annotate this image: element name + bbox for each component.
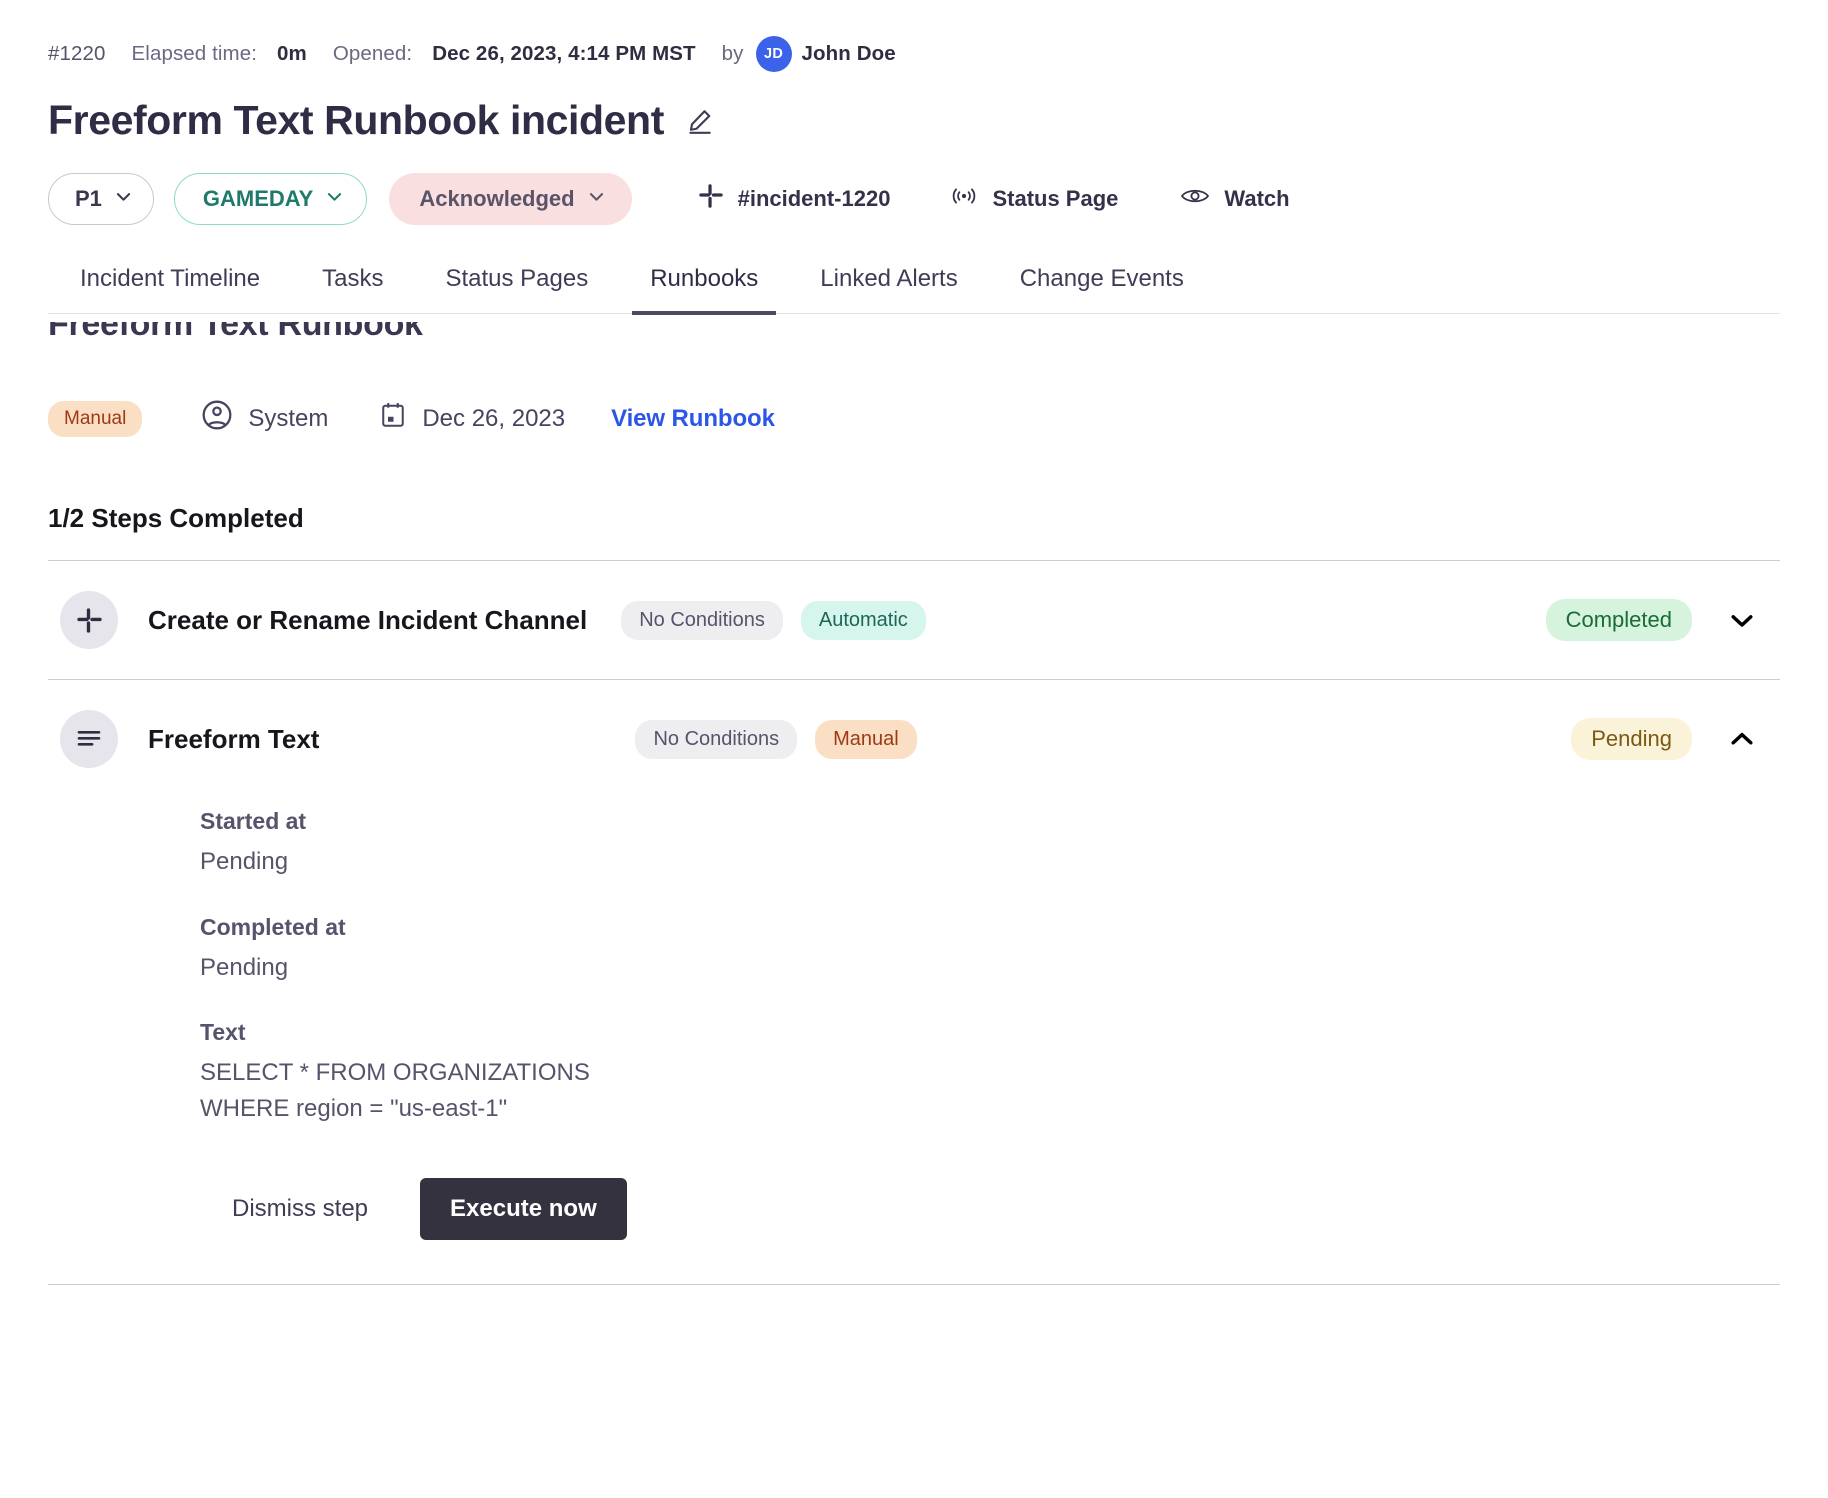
elapsed-time-label: Elapsed time: bbox=[131, 42, 258, 65]
chevron-down-icon[interactable] bbox=[1714, 605, 1770, 635]
runbook-created-date: Dec 26, 2023 bbox=[378, 400, 565, 437]
completed-at-field: Completed at Pending bbox=[200, 914, 1780, 986]
runbook-title-clip: Freeform Text Runbook bbox=[0, 322, 1828, 368]
step-tags: No Conditions Automatic bbox=[621, 600, 926, 640]
severity-label: GAMEDAY bbox=[202, 186, 314, 212]
severity-selector[interactable]: GAMEDAY bbox=[173, 173, 368, 226]
text-field: Text SELECT * FROM ORGANIZATIONS WHERE r… bbox=[200, 1019, 1780, 1126]
step-conditions-tag: No Conditions bbox=[621, 600, 783, 640]
runbook-created-date-label: Dec 26, 2023 bbox=[422, 404, 566, 432]
priority-label: P1 bbox=[75, 186, 102, 212]
runbook-title: Freeform Text Runbook bbox=[48, 322, 423, 344]
incident-badge-row: P1 GAMEDAY Acknowledged #incident-1220 S… bbox=[0, 143, 1828, 226]
slack-channel-label: #incident-1220 bbox=[737, 186, 891, 212]
runbook-type-badge: Manual bbox=[48, 400, 143, 437]
step-status-badge: Pending bbox=[1571, 718, 1692, 761]
title-row: Freeform Text Runbook incident bbox=[0, 72, 1828, 143]
completed-at-label: Completed at bbox=[200, 913, 346, 940]
watch-button[interactable]: Watch bbox=[1180, 183, 1290, 215]
eye-icon bbox=[1180, 183, 1210, 215]
tab-change-events[interactable]: Change Events bbox=[1002, 265, 1202, 315]
status-selector[interactable]: Acknowledged bbox=[389, 173, 632, 226]
tab-linked-alerts[interactable]: Linked Alerts bbox=[802, 265, 975, 315]
dismiss-step-button[interactable]: Dismiss step bbox=[224, 1181, 376, 1237]
chevron-down-icon bbox=[587, 186, 606, 212]
opened-label: Opened: bbox=[332, 42, 413, 65]
runbook-steps-list: Create or Rename Incident Channel No Con… bbox=[48, 560, 1780, 1286]
chevron-up-icon[interactable] bbox=[1714, 724, 1770, 754]
incident-meta-bar: #1220 Elapsed time: 0m Opened: Dec 26, 2… bbox=[0, 0, 1828, 72]
text-label: Text bbox=[200, 1019, 246, 1046]
step-execution-tag: Manual bbox=[815, 719, 917, 759]
chevron-down-icon bbox=[114, 186, 133, 212]
text-lines-icon bbox=[60, 710, 118, 769]
pencil-icon[interactable] bbox=[686, 106, 716, 136]
priority-selector[interactable]: P1 bbox=[48, 173, 154, 226]
status-label: Acknowledged bbox=[419, 186, 575, 212]
opened-value: Dec 26, 2023, 4:14 PM MST bbox=[432, 42, 696, 65]
calendar-icon bbox=[378, 400, 408, 437]
incident-tabs: Incident Timeline Tasks Status Pages Run… bbox=[48, 265, 1780, 316]
started-at-label: Started at bbox=[200, 808, 307, 835]
status-page-link[interactable]: Status Page bbox=[950, 183, 1118, 215]
step-header[interactable]: Freeform Text No Conditions Manual Pendi… bbox=[48, 680, 1780, 798]
page-title: Freeform Text Runbook incident bbox=[48, 97, 664, 143]
runbook-step: Freeform Text No Conditions Manual Pendi… bbox=[48, 680, 1780, 1286]
step-header[interactable]: Create or Rename Incident Channel No Con… bbox=[48, 561, 1780, 679]
runbook-created-by-label: System bbox=[248, 404, 329, 432]
step-tags: No Conditions Manual bbox=[635, 719, 917, 759]
runbook-step: Create or Rename Incident Channel No Con… bbox=[48, 561, 1780, 681]
tab-status-pages[interactable]: Status Pages bbox=[427, 265, 606, 315]
step-actions: Dismiss step Execute now bbox=[200, 1178, 1780, 1241]
slack-icon bbox=[60, 591, 118, 650]
step-execution-tag: Automatic bbox=[800, 600, 926, 640]
watch-label: Watch bbox=[1224, 186, 1290, 212]
chevron-down-icon bbox=[325, 186, 344, 212]
slack-channel-link[interactable]: #incident-1220 bbox=[698, 183, 891, 215]
view-runbook-link[interactable]: View Runbook bbox=[611, 405, 775, 433]
started-at-value: Pending bbox=[200, 848, 289, 876]
tab-incident-timeline[interactable]: Incident Timeline bbox=[62, 265, 278, 315]
slack-icon bbox=[698, 183, 724, 215]
status-page-label: Status Page bbox=[992, 186, 1119, 212]
execute-now-button[interactable]: Execute now bbox=[420, 1178, 627, 1241]
steps-progress-label: 1/2 Steps Completed bbox=[48, 503, 304, 534]
incident-id: #1220 bbox=[48, 42, 106, 65]
step-status-badge: Completed bbox=[1545, 599, 1692, 642]
step-name: Freeform Text bbox=[148, 723, 320, 754]
text-value: SELECT * FROM ORGANIZATIONS WHERE region… bbox=[200, 1059, 590, 1122]
tab-runbooks[interactable]: Runbooks bbox=[632, 265, 777, 316]
avatar[interactable]: JD bbox=[755, 36, 792, 72]
incident-owner-name: John Doe bbox=[801, 42, 896, 65]
broadcast-icon bbox=[950, 183, 978, 215]
runbook-created-by: System bbox=[200, 398, 328, 439]
user-circle-icon bbox=[200, 398, 234, 439]
step-details-panel: Started at Pending Completed at Pending … bbox=[48, 798, 1780, 1284]
runbook-meta-row: Manual System Dec 26, 2023 View Runbook bbox=[0, 368, 1828, 439]
tab-tasks[interactable]: Tasks bbox=[304, 265, 401, 315]
step-conditions-tag: No Conditions bbox=[635, 719, 798, 759]
incident-runbooks-page: #1220 Elapsed time: 0m Opened: Dec 26, 2… bbox=[0, 0, 1828, 1498]
by-label: by bbox=[721, 42, 744, 65]
started-at-field: Started at Pending bbox=[200, 808, 1780, 880]
step-name: Create or Rename Incident Channel bbox=[148, 604, 588, 635]
completed-at-value: Pending bbox=[200, 953, 289, 981]
elapsed-time-value: 0m bbox=[277, 42, 307, 65]
